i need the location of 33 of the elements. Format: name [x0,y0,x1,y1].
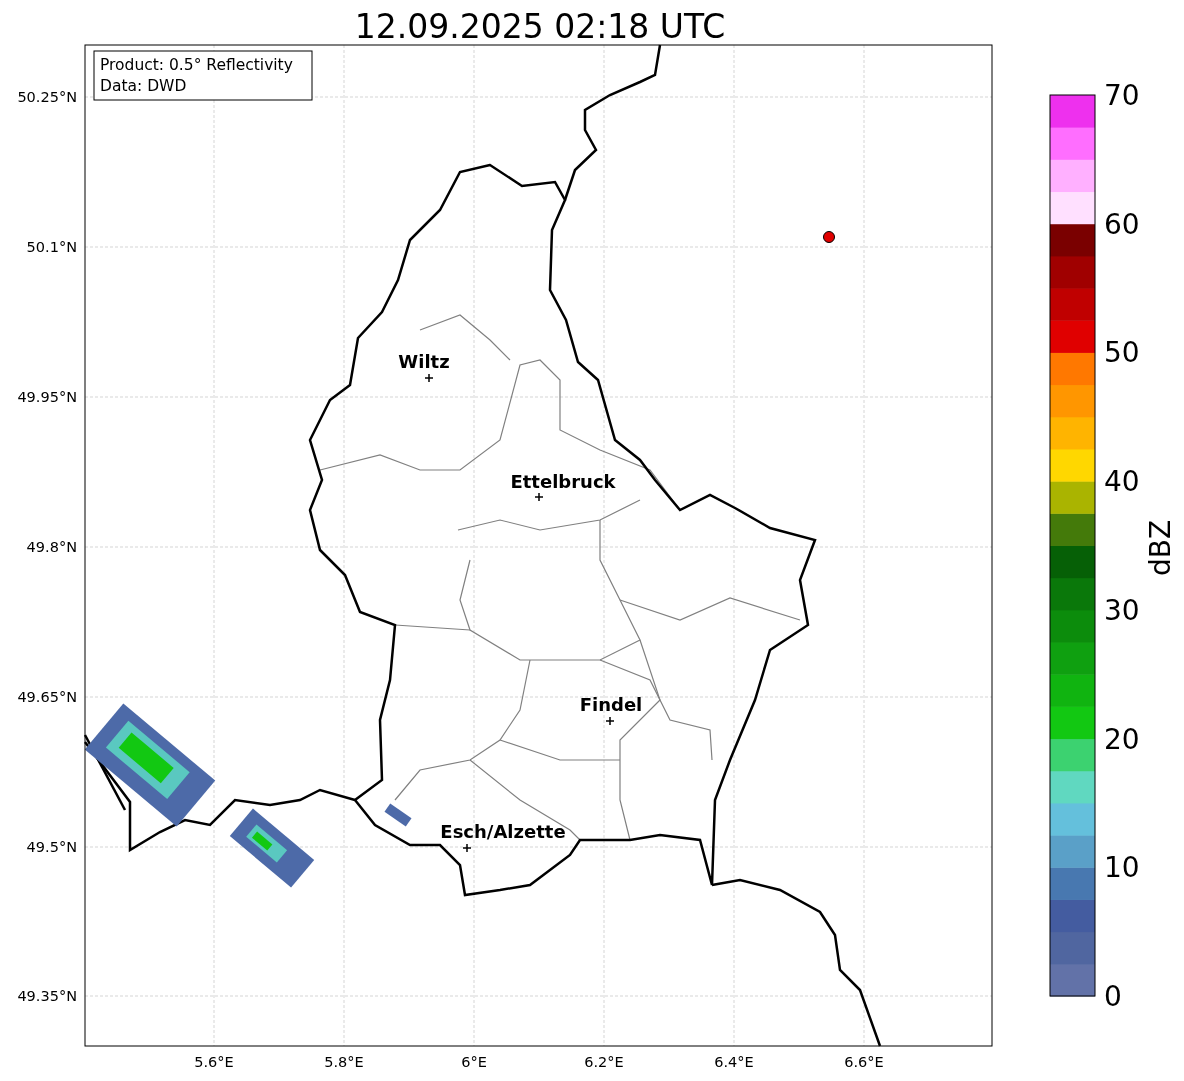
city-label: Findel [579,694,643,715]
longitude-label: 6°E [461,1054,487,1070]
colorbar-tick-label: 10 [1104,851,1140,885]
longitude-label: 6.6°E [844,1054,884,1070]
city-label: Esch/Alzette [440,821,566,842]
latitude-label: 49.35°N [17,988,77,1004]
longitude-label: 5.6°E [194,1054,234,1070]
longitude-label: 6.2°E [584,1054,624,1070]
legend-text: Product: 0.5° Reflectivity [100,56,293,74]
city-marker-icon [534,492,544,502]
colorbar-tick-label: 70 [1104,79,1140,112]
latitude-label: 49.8°N [26,539,77,555]
colorbar-tick-label: 0 [1104,979,1122,1013]
longitude-label: 5.8°E [324,1054,364,1070]
latitude-label: 49.95°N [17,389,77,405]
colorbar-tick-label: 20 [1104,722,1140,756]
colorbar-tick-label: 30 [1104,593,1140,627]
latitude-label: 49.5°N [26,839,77,855]
colorbar-tick-label: 50 [1104,336,1140,370]
latitude-label: 50.25°N [17,89,77,105]
latitude-label: 50.1°N [26,239,77,255]
longitude-label: 6.4°E [714,1054,754,1070]
city-marker-icon [424,373,434,383]
city-marker-icon [462,843,472,853]
colorbar-title: dBZ [1144,519,1177,577]
city-label: Ettelbruck [510,471,616,492]
city-label: Wiltz [398,351,450,372]
plot-title: 12.09.2025 02:18 UTC [354,7,726,46]
city-marker-icon [605,716,615,726]
colorbar-tick-label: 60 [1104,207,1140,241]
legend-text: Data: DWD [100,77,187,95]
latitude-label: 49.65°N [17,689,77,705]
colorbar-tick-label: 40 [1104,465,1140,499]
